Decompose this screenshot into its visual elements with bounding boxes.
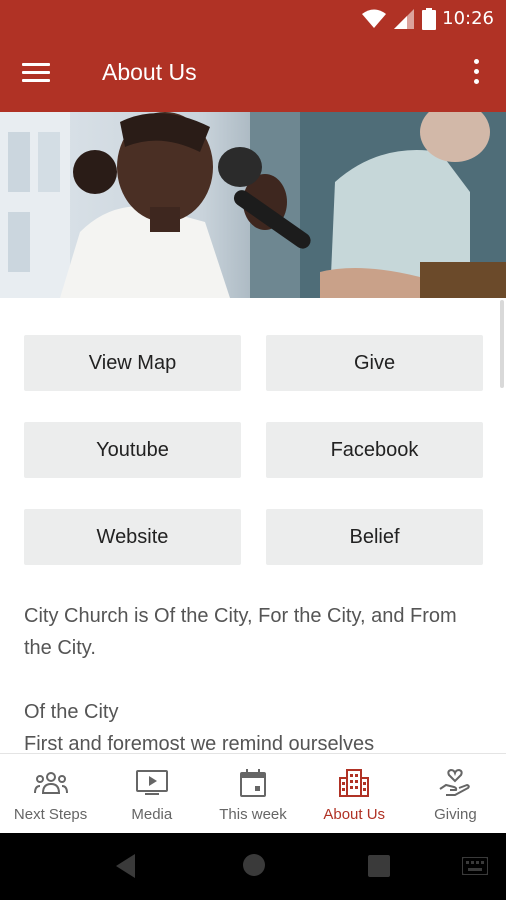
building-icon [336,768,372,798]
nav-label: This week [219,806,287,823]
nav-label: Next Steps [13,806,88,823]
status-icons [362,8,436,30]
battery-icon [422,8,436,30]
group-icon [33,768,69,798]
nav-label: Media [131,806,173,823]
nav-label: Giving [434,806,477,823]
status-time: 10:26 [442,8,494,29]
view-map-button[interactable]: View Map [24,335,241,391]
status-bar: 10:26 [0,0,506,37]
signal-icon [394,9,414,29]
bottom-navigation: Next Steps Media This week About Us Givi… [0,753,506,833]
nav-item-next-steps[interactable]: Next Steps [0,754,101,833]
section-title: Of the City [24,701,119,723]
worship-photo [0,112,506,298]
nav-item-media[interactable]: Media [101,754,202,833]
section-body: First and foremost we remind ourselves [24,733,375,753]
more-vert-icon[interactable] [464,59,488,91]
page-title: About Us [102,59,197,85]
nav-item-about-us[interactable]: About Us [304,754,405,833]
facebook-button[interactable]: Facebook [266,422,483,478]
back-icon[interactable] [115,853,137,879]
belief-button[interactable]: Belief [266,509,483,565]
keyboard-icon[interactable] [462,857,488,875]
nav-item-this-week[interactable]: This week [202,754,303,833]
youtube-button[interactable]: Youtube [24,422,241,478]
system-navigation-bar [0,833,506,900]
nav-label: About Us [323,806,386,823]
home-icon[interactable] [242,853,266,877]
calendar-icon [235,768,271,798]
about-text: City Church is Of the City, For the City… [24,600,484,753]
app-bar: About Us [0,37,506,112]
wifi-icon [362,9,386,28]
scrollbar[interactable] [500,300,504,388]
hand-heart-icon [437,768,473,798]
website-button[interactable]: Website [24,509,241,565]
about-intro: City Church is Of the City, For the City… [24,605,457,659]
content-area: View Map Give Youtube Facebook Website B… [0,298,506,753]
recents-icon[interactable] [368,855,390,877]
give-button[interactable]: Give [266,335,483,391]
menu-icon[interactable] [22,59,56,89]
play-icon [134,768,170,798]
nav-item-giving[interactable]: Giving [405,754,506,833]
hero-image [0,112,506,298]
